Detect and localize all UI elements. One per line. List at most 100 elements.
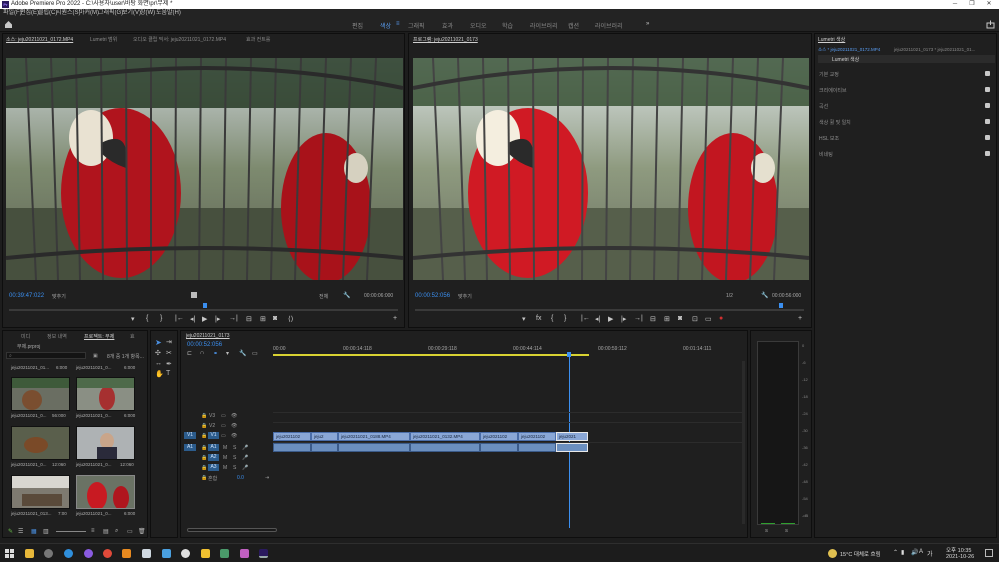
video-clip[interactable]: jeju20211021_0188.MP4	[338, 432, 410, 441]
lock-icon[interactable]: 🔒	[201, 475, 207, 481]
hand-tool-icon[interactable]: ✋	[155, 370, 164, 378]
mic-icon[interactable]: 🎤	[242, 455, 248, 461]
workspace-learn[interactable]: 학습	[502, 21, 513, 30]
program-play-button[interactable]: ▶	[608, 315, 613, 323]
slip-tool-icon[interactable]: ↔	[155, 360, 162, 367]
video-clip[interactable]: jeju2021102	[273, 432, 311, 441]
notepad-icon[interactable]	[162, 549, 171, 558]
camera-icon[interactable]: ◙	[273, 315, 277, 322]
track-select-tool-icon[interactable]: ⇥	[166, 338, 172, 346]
audio-clip[interactable]	[518, 443, 556, 452]
type-tool-icon[interactable]: T	[166, 370, 170, 377]
mic-icon[interactable]: 🎤	[242, 465, 248, 471]
eye-icon[interactable]: 👁	[231, 413, 237, 419]
source-video-frame[interactable]	[6, 58, 403, 280]
program-step-back-button[interactable]: ◂|	[595, 315, 600, 323]
captions-icon[interactable]: ▭	[252, 350, 258, 357]
program-go-to-in-button[interactable]: |←	[581, 315, 590, 322]
timeline-timecode[interactable]: 00:00:52:056	[187, 342, 222, 348]
lock-icon[interactable]: 🔒	[201, 413, 207, 419]
track-label-v1[interactable]: V1	[208, 432, 219, 439]
add-button[interactable]: +	[393, 315, 397, 322]
work-area-bar[interactable]	[273, 354, 589, 356]
workspace-color[interactable]: 색상	[380, 21, 391, 30]
timeline-horizontal-scrollbar[interactable]	[187, 528, 277, 532]
program-timecode[interactable]: 00:00:52:056	[415, 293, 450, 299]
button-editor-icon[interactable]: ⟨⟩	[288, 315, 293, 323]
ime-indicator[interactable]: 가	[927, 549, 933, 558]
audio-clip[interactable]	[410, 443, 480, 452]
video-clip[interactable]: jeju2	[311, 432, 338, 441]
app-icon[interactable]	[84, 549, 93, 558]
program-add-button[interactable]: +	[798, 315, 802, 322]
linked-selection-icon[interactable]: ⚭	[213, 350, 218, 357]
settings-gear-icon[interactable]	[44, 549, 53, 558]
lock-icon[interactable]: 🔒	[201, 465, 207, 471]
section-basic-correction[interactable]: 기본 교정	[819, 71, 839, 78]
add-marker-button[interactable]: ▾	[131, 315, 135, 323]
insert-button[interactable]: ⊟	[246, 315, 252, 323]
nest-icon[interactable]: ⊏	[187, 350, 192, 357]
project-thumbnail[interactable]	[76, 426, 135, 460]
source-scrub-bar[interactable]	[9, 309, 398, 311]
compare-view-icon[interactable]: ⊡	[692, 315, 698, 323]
freeform-view-icon[interactable]: ▥	[43, 528, 49, 535]
mark-out-button[interactable]: }	[160, 315, 162, 322]
master-volume-value[interactable]: 0.0	[237, 475, 244, 481]
menu-view[interactable]: 보기(V)	[122, 9, 141, 17]
menu-graphics[interactable]: 그래픽(G)	[98, 9, 123, 17]
snap-icon[interactable]: ∩	[200, 350, 204, 356]
program-quality-dropdown[interactable]: 1/2	[726, 293, 733, 299]
share-icon[interactable]	[986, 20, 995, 29]
app-icon[interactable]	[240, 549, 249, 558]
source-playhead[interactable]	[203, 303, 207, 308]
add-marker-icon[interactable]: ▾	[226, 350, 229, 357]
tab-media-browser[interactable]: 미디	[21, 333, 30, 340]
solo-right-button[interactable]: S	[785, 528, 788, 533]
lumetri-sequence-tab[interactable]: jeju20211021_0173 * jeju20211021_01...	[894, 47, 975, 52]
mic-icon[interactable]: 🎤	[242, 445, 248, 451]
network-icon[interactable]: ▮	[901, 549, 904, 556]
edge-browser-icon[interactable]	[64, 549, 73, 558]
overwrite-button[interactable]: ⊞	[260, 315, 266, 323]
new-bin-icon[interactable]: ▣	[93, 353, 98, 359]
program-wrench-icon[interactable]: 🔧	[761, 292, 768, 299]
pencil-icon[interactable]: ✎	[8, 528, 13, 535]
master-end-icon[interactable]: ⇥	[265, 475, 269, 481]
mute-button[interactable]: M	[223, 445, 227, 451]
ripple-edit-tool-icon[interactable]: ✣	[155, 349, 161, 357]
eye-icon[interactable]: 👁	[231, 423, 237, 429]
menu-help[interactable]: 도움말(H)	[156, 9, 181, 17]
section-vignette[interactable]: 비네팅	[819, 151, 833, 158]
track-label-v3[interactable]: V3	[209, 413, 215, 419]
solo-button[interactable]: S	[233, 465, 236, 471]
search-bin-icon[interactable]: ⌕	[115, 528, 118, 535]
project-thumbnail[interactable]	[11, 377, 70, 411]
zoom-slider[interactable]	[56, 531, 86, 532]
menu-marker[interactable]: 마커(M)	[79, 9, 99, 17]
record-icon[interactable]: ●	[719, 315, 723, 322]
audio-clip[interactable]	[311, 443, 338, 452]
tab-lumetri-color[interactable]: Lumetri 색상	[818, 36, 845, 43]
lock-icon[interactable]: 🔒	[201, 455, 207, 461]
sort-icon[interactable]: ≡	[91, 528, 95, 534]
film-icon[interactable]: ▭	[221, 413, 226, 419]
track-label-v2[interactable]: V2	[209, 423, 215, 429]
source-quality-dropdown[interactable]: 전체	[319, 293, 328, 300]
step-back-button[interactable]: ◂|	[190, 315, 195, 323]
razor-tool-icon[interactable]: ✂	[166, 349, 172, 357]
vignette-checkbox[interactable]	[985, 151, 990, 156]
time-ruler[interactable]: 00:00 00:00:14:118 00:00:29:118 00:00:44…	[273, 344, 745, 356]
menu-edit[interactable]: 편집(E)	[20, 9, 39, 17]
track-label-a3[interactable]: A3	[208, 464, 219, 471]
menu-file[interactable]: 파일(F)	[3, 9, 22, 17]
section-color-wheels[interactable]: 색상 휠 및 일치	[819, 119, 851, 126]
hsl-secondary-checkbox[interactable]	[985, 135, 990, 140]
source-timecode[interactable]: 00:39:47:022	[9, 293, 44, 299]
lock-icon[interactable]: 🔒	[201, 433, 207, 439]
menu-sequence[interactable]: 시퀀스(S)	[56, 9, 81, 17]
audio-clip[interactable]	[338, 443, 410, 452]
chrome-icon[interactable]	[103, 549, 112, 558]
program-mark-in-button[interactable]: {	[551, 315, 553, 322]
tab-timeline-sequence[interactable]: jeju20211021_0173	[186, 333, 230, 339]
